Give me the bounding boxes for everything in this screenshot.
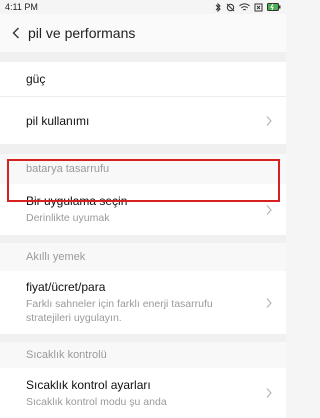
item-subtitle: Farklı sahneler için farklı enerji tasar…: [26, 298, 213, 324]
chevron-right-icon: [266, 388, 272, 398]
group-battery-saver: Bir uygulama seçin Derinlikte uyumak: [0, 184, 286, 235]
divider: [0, 235, 286, 243]
section-header-battery-saver: batarya tasarrufu: [0, 154, 286, 184]
list-item-battery-usage[interactable]: pil kullanımı: [0, 97, 286, 144]
status-icons: [215, 2, 281, 12]
bluetooth-icon: [215, 2, 221, 12]
list-item-temperature-settings[interactable]: Sıcaklık kontrol ayarları Sıcaklık kontr…: [0, 368, 286, 418]
wifi-icon: [239, 2, 250, 10]
chevron-right-icon: [266, 297, 272, 308]
item-title: fiyat/ücret/para: [26, 280, 106, 294]
divider: [0, 52, 286, 62]
group-temperature: Sıcaklık kontrol ayarları Sıcaklık kontr…: [0, 368, 286, 418]
chevron-left-icon: [12, 27, 19, 39]
chevron-right-icon: [266, 204, 272, 215]
list-item-price[interactable]: fiyat/ücret/para Farklı sahneler için fa…: [0, 271, 286, 334]
battery-charging-icon: [267, 3, 281, 11]
list-item-power[interactable]: güç: [0, 62, 286, 97]
status-time: 4:11 PM: [5, 2, 38, 12]
divider: [0, 334, 286, 342]
item-title: güç: [26, 72, 46, 86]
item-title: Bir uygulama seçin: [26, 194, 128, 208]
page-title: pil ve performans: [28, 25, 136, 41]
app-header: pil ve performans: [0, 14, 286, 52]
chevron-right-icon: [266, 115, 272, 126]
status-bar: 4:11 PM: [0, 0, 286, 14]
item-subtitle: Derinlikte uyumak: [26, 212, 110, 224]
battery-x-icon: [254, 3, 263, 11]
list-item-choose-app[interactable]: Bir uygulama seçin Derinlikte uyumak: [0, 184, 286, 235]
item-subtitle: Sıcaklık kontrol modu şu anda: [26, 395, 167, 408]
item-title: Sıcaklık kontrol ayarları: [26, 377, 151, 392]
group-smart: fiyat/ücret/para Farklı sahneler için fa…: [0, 271, 286, 334]
item-title: pil kullanımı: [26, 113, 90, 128]
group-power: güç pil kullanımı: [0, 62, 286, 144]
alarm-off-icon: [226, 3, 235, 11]
section-header-smart: Akıllı yemek: [0, 243, 286, 271]
section-header-temperature: Sıcaklık kontrolü: [0, 342, 286, 368]
back-button[interactable]: [4, 27, 28, 39]
divider: [0, 144, 286, 154]
